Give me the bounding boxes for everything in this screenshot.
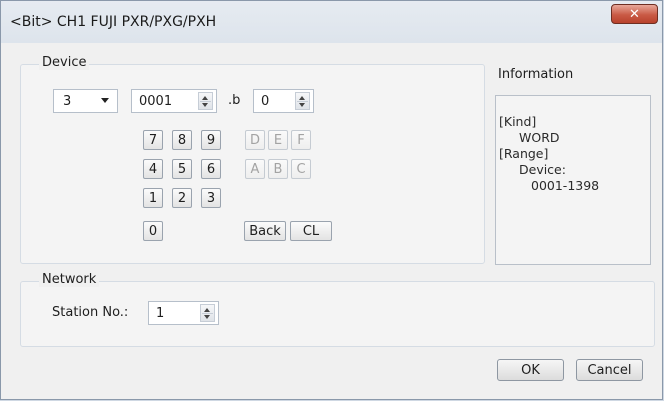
network-group-label: Network [39,272,100,287]
chevron-down-icon [101,98,109,103]
key-9[interactable]: 9 [201,130,221,150]
device-group-label: Device [39,55,90,70]
device-type-select[interactable]: 3 [53,89,118,113]
information-box: [Kind] WORD [Range] Device: 0001-1398 [495,95,651,265]
clear-key[interactable]: CL [290,221,332,241]
key-7[interactable]: 7 [143,130,163,150]
key-e[interactable]: E [268,130,288,150]
device-address-value: 0001 [139,94,173,109]
spinner-arrows-icon[interactable] [295,92,310,110]
device-address-spinner[interactable]: 0001 [131,89,217,113]
title-bar[interactable]: <Bit> CH1 FUJI PXR/PXG/PXH ✕ [1,1,662,43]
key-d[interactable]: D [245,130,265,150]
back-key[interactable]: Back [244,221,286,241]
cancel-button[interactable]: Cancel [576,359,643,381]
station-number-spinner[interactable]: 1 [148,301,219,325]
key-5[interactable]: 5 [172,159,192,179]
key-c[interactable]: C [291,159,311,179]
info-kind-value: WORD [519,130,560,145]
key-2[interactable]: 2 [172,188,192,208]
spinner-arrows-icon[interactable] [198,92,213,110]
info-kind-label: [Kind] [499,114,537,129]
window-title: <Bit> CH1 FUJI PXR/PXG/PXH [10,14,217,30]
info-range-label: [Range] [499,146,549,161]
key-1[interactable]: 1 [143,188,163,208]
key-f[interactable]: F [291,130,311,150]
key-3[interactable]: 3 [201,188,221,208]
close-icon: ✕ [629,6,640,22]
dialog-window: <Bit> CH1 FUJI PXR/PXG/PXH ✕ Device 3 00… [0,0,663,400]
key-b[interactable]: B [268,159,288,179]
key-8[interactable]: 8 [172,130,192,150]
bit-separator-label: .b [228,93,241,108]
bit-number-value: 0 [261,94,270,109]
ok-button[interactable]: OK [497,359,564,381]
info-device-range: 0001-1398 [531,178,600,193]
key-6[interactable]: 6 [201,159,221,179]
station-number-label: Station No.: [52,305,129,320]
bit-number-spinner[interactable]: 0 [253,89,314,113]
key-0[interactable]: 0 [143,221,163,241]
spinner-arrows-icon[interactable] [200,304,215,322]
close-button[interactable]: ✕ [611,4,658,24]
key-a[interactable]: A [245,159,265,179]
key-4[interactable]: 4 [143,159,163,179]
device-type-value: 3 [63,94,72,109]
information-title: Information [498,67,574,82]
dialog-client-area: Device 3 0001 .b 0 7 8 9 4 5 6 1 2 3 0 D… [10,43,655,394]
station-number-value: 1 [156,306,165,321]
info-device-label: Device: [519,162,566,177]
